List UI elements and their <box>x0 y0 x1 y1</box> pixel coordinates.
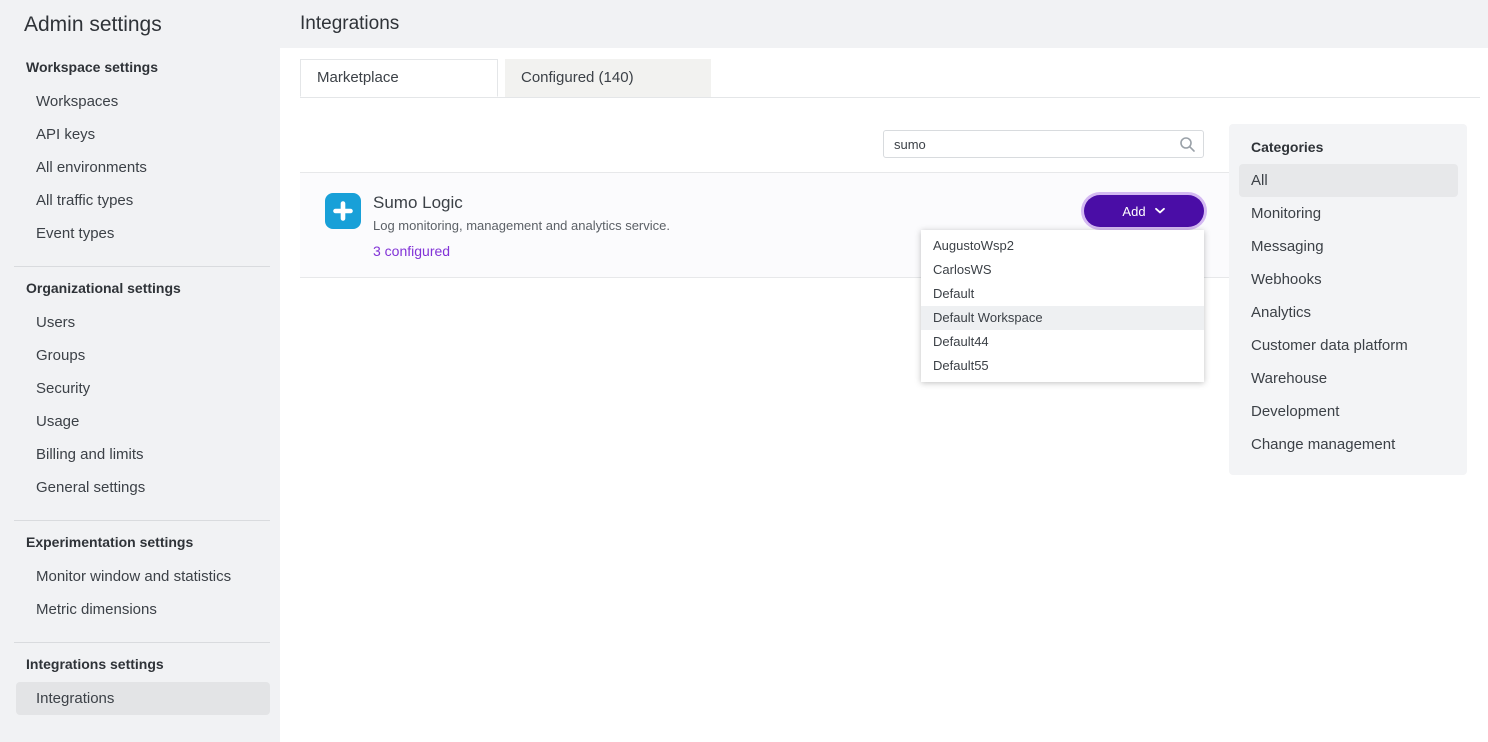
categories-panel: Categories All Monitoring Messaging Webh… <box>1229 124 1467 475</box>
sidebar-item[interactable]: All environments <box>0 151 280 184</box>
sidebar-item[interactable]: Security <box>0 372 280 405</box>
sidebar-section: Organizational settings Users Groups Sec… <box>0 266 280 504</box>
workspace-option[interactable]: Default55 <box>921 354 1204 378</box>
integration-name: Sumo Logic <box>373 193 670 213</box>
sidebar-item[interactable]: General settings <box>0 471 280 504</box>
categories-heading: Categories <box>1229 128 1467 164</box>
page-title: Integrations <box>300 13 399 35</box>
sidebar-title: Admin settings <box>0 0 280 46</box>
category-item[interactable]: Customer data platform <box>1229 329 1467 362</box>
sidebar-section-items: Users Groups Security Usage Billing and … <box>0 306 280 504</box>
category-item[interactable]: Analytics <box>1229 296 1467 329</box>
sidebar-item[interactable]: API keys <box>0 118 280 151</box>
workspace-dropdown: AugustoWsp2 CarlosWS Default Default Wor… <box>921 230 1204 382</box>
workspace-option[interactable]: Default44 <box>921 330 1204 354</box>
sidebar-section: Integrations settings Integrations <box>0 642 280 715</box>
main-area: Integrations Marketplace Configured (140… <box>280 0 1488 742</box>
sidebar-item[interactable]: All traffic types <box>0 184 280 217</box>
sidebar-section-heading: Integrations settings <box>0 643 280 682</box>
add-button-wrapper: Add AugustoWsp2 CarlosWS <box>1084 195 1204 227</box>
category-item[interactable]: Webhooks <box>1229 263 1467 296</box>
integration-row: Sumo Logic Log monitoring, management an… <box>300 172 1229 278</box>
search-box <box>883 130 1204 158</box>
sidebar-item[interactable]: Usage <box>0 405 280 438</box>
workspace-option[interactable]: Default Workspace <box>921 306 1204 330</box>
sidebar-section-items: Integrations <box>0 682 280 715</box>
search-input[interactable] <box>883 130 1204 158</box>
workspace-option[interactable]: Default <box>921 282 1204 306</box>
sidebar-item[interactable]: Users <box>0 306 280 339</box>
marketplace-column: Sumo Logic Log monitoring, management an… <box>280 98 1229 278</box>
tab[interactable]: Configured (140) <box>505 59 711 97</box>
app-root: Admin settings Workspace settings Worksp… <box>0 0 1488 742</box>
category-item[interactable]: Monitoring <box>1229 197 1467 230</box>
integration-info: Sumo Logic Log monitoring, management an… <box>373 193 670 261</box>
category-item[interactable]: All <box>1239 164 1458 197</box>
categories-list: All Monitoring Messaging Webhooks Analyt… <box>1229 164 1467 461</box>
add-button-label: Add <box>1122 204 1145 219</box>
tab-bar: Marketplace Configured (140) <box>300 59 1480 98</box>
category-item[interactable]: Change management <box>1229 428 1467 461</box>
workspace-option[interactable]: AugustoWsp2 <box>921 234 1204 258</box>
sidebar-section: Workspace settings Workspaces API keys A… <box>0 46 280 250</box>
sumo-logic-plus-icon <box>325 193 361 229</box>
search-row <box>300 130 1204 158</box>
content-row: Sumo Logic Log monitoring, management an… <box>280 98 1488 742</box>
sidebar-item[interactable]: Billing and limits <box>0 438 280 471</box>
sidebar-item[interactable]: Event types <box>0 217 280 250</box>
sidebar-section-items: Monitor window and statistics Metric dim… <box>0 560 280 626</box>
sidebar-section-heading: Organizational settings <box>0 267 280 306</box>
sidebar-section-items: Workspaces API keys All environments All… <box>0 85 280 250</box>
sidebar-nav: Workspace settings Workspaces API keys A… <box>0 46 280 715</box>
sidebar-item[interactable]: Monitor window and statistics <box>0 560 280 593</box>
category-item[interactable]: Warehouse <box>1229 362 1467 395</box>
add-button[interactable]: Add <box>1084 195 1204 227</box>
sidebar-section-heading: Experimentation settings <box>0 521 280 560</box>
category-item[interactable]: Messaging <box>1229 230 1467 263</box>
configured-link[interactable]: 3 configured <box>373 243 450 259</box>
chevron-down-icon <box>1154 207 1166 215</box>
sidebar-item[interactable]: Workspaces <box>0 85 280 118</box>
integration-description: Log monitoring, management and analytics… <box>373 218 670 233</box>
sidebar-item[interactable]: Metric dimensions <box>0 593 280 626</box>
sidebar-item[interactable]: Groups <box>0 339 280 372</box>
workspace-option[interactable]: CarlosWS <box>921 258 1204 282</box>
category-item[interactable]: Development <box>1229 395 1467 428</box>
admin-sidebar: Admin settings Workspace settings Worksp… <box>0 0 280 742</box>
page-header: Integrations <box>280 0 1488 48</box>
sidebar-item[interactable]: Integrations <box>16 682 270 715</box>
tab[interactable]: Marketplace <box>300 59 498 97</box>
sidebar-section-heading: Workspace settings <box>0 46 280 85</box>
sidebar-section: Experimentation settings Monitor window … <box>0 520 280 626</box>
